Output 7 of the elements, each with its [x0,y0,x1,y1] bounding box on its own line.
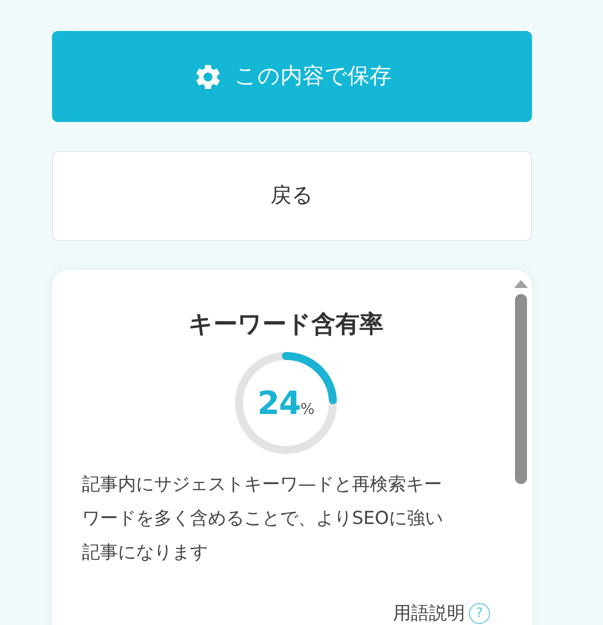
percentage-value: 24% [257,383,315,424]
description-text: 記事内にサジェストキーワ—ドと再検索キーワードを多く含めることで、よりSEOに強い記事になります [82,473,444,565]
scroll-up-icon[interactable] [514,280,528,288]
back-button[interactable]: 戻る [52,151,532,241]
card-title: キーワード含有率 [188,309,384,340]
help-link[interactable]: 用語説明 [393,600,465,625]
scrollbar-thumb[interactable] [515,294,527,484]
